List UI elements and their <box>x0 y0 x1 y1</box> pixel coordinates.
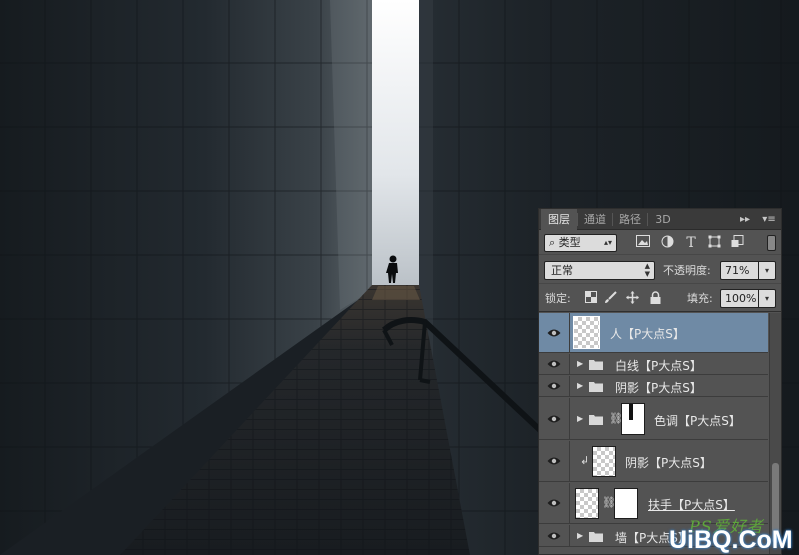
clipping-mask-icon: ↲ <box>580 454 590 467</box>
opacity-label: 不透明度: <box>663 264 711 277</box>
adjustment-icon[interactable] <box>659 235 675 251</box>
layer-thumbnail <box>575 488 599 519</box>
layer-name[interactable]: 阴影【P大点S】 <box>615 379 702 396</box>
expand-triangle-icon[interactable]: ▶ <box>577 531 583 540</box>
fill-input[interactable]: 100% <box>720 289 759 308</box>
tab-paths[interactable]: 路径 <box>614 209 646 230</box>
eye-icon[interactable] <box>547 456 561 466</box>
lock-position-icon[interactable] <box>625 291 640 306</box>
layer-row[interactable]: ↲ 阴影【P大点S】 <box>539 441 768 482</box>
blend-mode-value: 正常 <box>551 264 573 277</box>
tab-layers[interactable]: 图层 <box>541 209 577 230</box>
layers-panel: 图层 通道 路径 3D ▸▸ ▾≡ ⌕ 类型 ▴▾ T 正常 ▲ ▼ 不透明度:… <box>538 208 782 555</box>
lock-transparent-icon[interactable] <box>583 291 598 306</box>
eye-icon[interactable] <box>547 498 561 508</box>
lock-fill-row: 锁定: 填充: 100% ▾ <box>539 285 781 312</box>
search-icon: ⌕ <box>549 236 556 249</box>
text-icon[interactable]: T <box>683 235 699 251</box>
layer-group-row[interactable]: ▶ 阴影【P大点S】 <box>539 376 768 397</box>
layer-name[interactable]: 阴影【P大点S】 <box>625 454 712 471</box>
layer-group-row[interactable]: ▶ ⛓ 色调【P大点S】 <box>539 398 768 440</box>
fill-label: 填充: <box>687 292 713 305</box>
lock-paint-icon[interactable] <box>603 291 618 306</box>
filter-kind-label: 类型 <box>558 236 581 249</box>
layer-row[interactable]: 人【P大点S】 <box>539 313 768 353</box>
layer-name[interactable]: 人【P大点S】 <box>610 325 685 342</box>
eye-icon[interactable] <box>547 414 561 424</box>
layers-scrollbar[interactable] <box>769 313 781 554</box>
layer-thumbnail <box>573 316 600 349</box>
smart-object-icon[interactable] <box>729 235 745 251</box>
layer-name[interactable]: 扶手【P大点S】 <box>648 496 735 513</box>
shape-icon[interactable] <box>706 235 722 251</box>
layer-mask-thumbnail[interactable] <box>614 488 638 519</box>
folder-icon <box>589 415 603 425</box>
eye-icon[interactable] <box>547 328 561 338</box>
layer-name[interactable]: 白线【P大点S】 <box>615 357 702 374</box>
blend-opacity-row: 正常 ▲ ▼ 不透明度: 71% ▾ <box>539 256 781 284</box>
eye-icon[interactable] <box>547 531 561 541</box>
tab-channels[interactable]: 通道 <box>579 209 611 230</box>
lock-all-icon[interactable] <box>648 291 663 306</box>
folder-icon <box>589 360 603 370</box>
layer-mask-thumbnail[interactable] <box>621 403 645 435</box>
collapse-panel-icon[interactable]: ▸▸ <box>737 209 753 230</box>
opacity-input[interactable]: 71% <box>720 261 759 280</box>
layer-group-row[interactable]: ▶ 白线【P大点S】 <box>539 354 768 375</box>
panel-tab-bar: 图层 通道 路径 3D ▸▸ ▾≡ <box>539 209 781 230</box>
layer-filter-select[interactable]: ⌕ 类型 ▴▾ <box>544 234 617 252</box>
expand-triangle-icon[interactable]: ▶ <box>577 414 583 423</box>
blend-mode-select[interactable]: 正常 ▲ ▼ <box>544 261 655 280</box>
layer-thumbnail <box>592 446 616 477</box>
watermark-logo: UiBQ.CoM <box>669 526 793 554</box>
layer-filter-row: ⌕ 类型 ▴▾ T <box>539 231 781 255</box>
eye-icon[interactable] <box>547 381 561 391</box>
eye-icon[interactable] <box>547 359 561 369</box>
expand-triangle-icon[interactable]: ▶ <box>577 359 583 368</box>
fill-dropdown-button[interactable]: ▾ <box>759 289 776 308</box>
updown-arrow-icon: ▲ ▼ <box>644 262 650 278</box>
folder-icon <box>589 532 603 542</box>
folder-icon <box>589 382 603 392</box>
filter-toggle-switch[interactable] <box>767 235 776 251</box>
expand-triangle-icon[interactable]: ▶ <box>577 381 583 390</box>
lock-label: 锁定: <box>545 292 571 305</box>
layer-name[interactable]: 色调【P大点S】 <box>654 412 741 429</box>
panel-menu-icon[interactable]: ▾≡ <box>759 209 779 230</box>
updown-arrow-icon: ▴▾ <box>603 238 612 247</box>
image-icon[interactable] <box>635 235 651 251</box>
tab-3d[interactable]: 3D <box>649 209 677 230</box>
opacity-dropdown-button[interactable]: ▾ <box>759 261 776 280</box>
